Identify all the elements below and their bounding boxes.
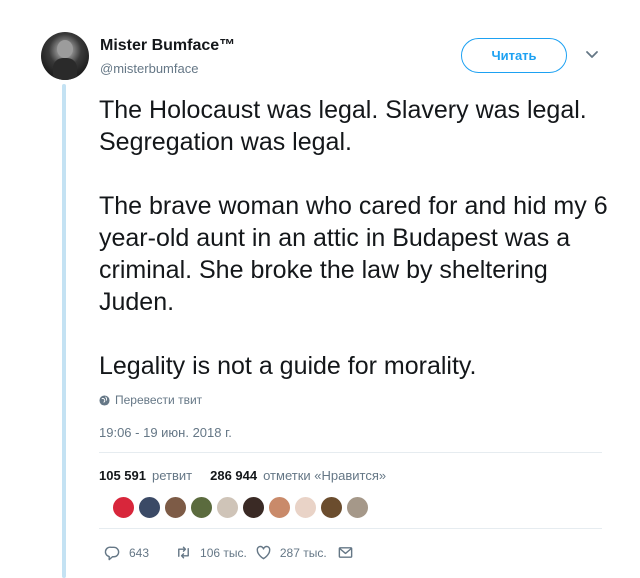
tweet-paragraph: Legality is not a guide for morality.	[99, 352, 477, 380]
retweet-count: 106 тыс.	[200, 545, 247, 560]
globe-icon	[99, 394, 110, 406]
divider	[99, 452, 602, 453]
liker-avatar[interactable]	[164, 496, 187, 519]
retweet-icon	[178, 546, 189, 559]
tweet-text: The Holocaust was legal. Slavery was leg…	[99, 94, 619, 382]
thread-line	[62, 84, 66, 578]
tweet-stats: 105 591 ретвит 286 944 отметки «Нравится…	[99, 468, 386, 483]
likes-count[interactable]: 286 944	[210, 468, 257, 483]
reply-button[interactable]: 643	[104, 544, 149, 561]
liker-avatar[interactable]	[216, 496, 239, 519]
heart-icon	[256, 545, 271, 560]
reply-count: 643	[129, 545, 150, 560]
retweets-label[interactable]: ретвит	[152, 468, 192, 483]
tweet-paragraph: The Holocaust was legal. Slavery was leg…	[99, 96, 587, 156]
translate-link[interactable]: Перевести твит	[99, 393, 202, 407]
direct-message-button[interactable]	[337, 544, 354, 561]
avatar[interactable]	[41, 32, 89, 80]
liker-avatar[interactable]	[294, 496, 317, 519]
author-name[interactable]: Mister Bumface™	[100, 37, 235, 55]
action-bar: 643 106 тыс. 287 тыс.	[104, 544, 354, 561]
tweet-paragraph: The brave woman who cared for and hid my…	[99, 192, 608, 316]
like-button[interactable]: 287 тыс.	[255, 544, 327, 561]
follow-button[interactable]: Читать	[461, 38, 567, 73]
timestamp[interactable]: 19:06 - 19 июн. 2018 г.	[99, 425, 232, 440]
likes-label[interactable]: отметки «Нравится»	[263, 468, 386, 483]
liker-avatar[interactable]	[138, 496, 161, 519]
divider	[99, 528, 602, 529]
retweet-button[interactable]: 106 тыс.	[175, 544, 247, 561]
retweets-count[interactable]: 105 591	[99, 468, 146, 483]
like-count: 287 тыс.	[279, 545, 327, 560]
envelope-icon	[338, 547, 353, 558]
reply-icon	[104, 546, 120, 561]
chevron-down-icon[interactable]	[583, 48, 601, 62]
liker-avatar[interactable]	[190, 496, 213, 519]
likers-avatars	[112, 496, 369, 519]
liker-avatar[interactable]	[320, 496, 343, 519]
liker-avatar[interactable]	[346, 496, 369, 519]
liker-avatar[interactable]	[242, 496, 265, 519]
author-handle[interactable]: @misterbumface	[100, 61, 198, 76]
translate-label[interactable]: Перевести твит	[115, 393, 202, 407]
liker-avatar[interactable]	[268, 496, 291, 519]
liker-avatar[interactable]	[112, 496, 135, 519]
